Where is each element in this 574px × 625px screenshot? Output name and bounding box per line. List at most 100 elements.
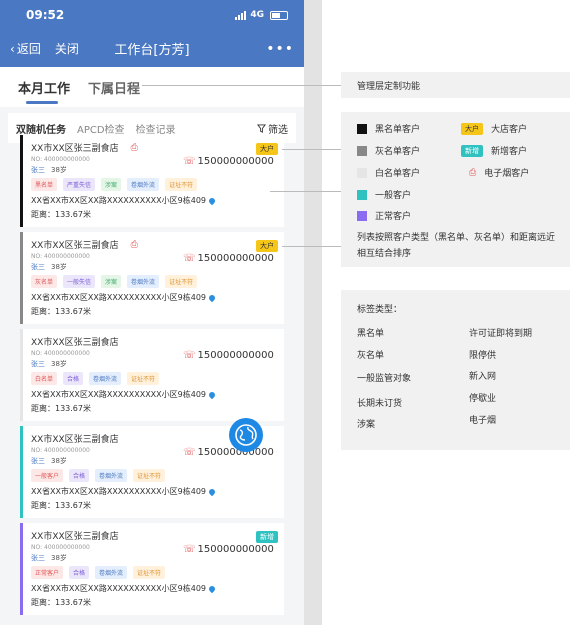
new-customer-badge: 新增: [256, 531, 278, 543]
globe-fab-button[interactable]: [229, 418, 263, 452]
back-button[interactable]: ‹ 返回: [10, 40, 41, 57]
location-pin-icon[interactable]: [207, 196, 217, 205]
big-customer-badge: 大户: [256, 143, 278, 155]
owner-age: 38岁: [51, 360, 67, 368]
tag-type: 新入网: [469, 372, 497, 382]
tag: 合格: [63, 372, 84, 385]
phone-number[interactable]: ☏ 150000000000: [183, 350, 274, 361]
owner-age: 38岁: [51, 263, 67, 271]
customer-card[interactable]: XX市XX区张三副食店 NO: 400000000000 张三 38岁 ☏ 1500…: [20, 523, 284, 615]
tag-type: 涉案: [357, 420, 376, 430]
printer-icon: ⎙: [130, 142, 138, 153]
tab-records[interactable]: 检查记录: [136, 121, 176, 136]
close-button[interactable]: 关闭: [55, 40, 79, 57]
legend-label: 电子烟客户: [484, 169, 530, 179]
tag: 证址不符: [133, 566, 166, 579]
tag: 证址不符: [165, 275, 198, 288]
tag: 白名单: [31, 372, 58, 385]
location-pin-icon[interactable]: [207, 293, 217, 302]
legend-big-badge: 大户: [461, 122, 483, 135]
tag: 卷烟外流: [89, 372, 122, 385]
tag: 证址不符: [133, 469, 166, 482]
address: XX省XX市XX区XX路XXXXXXXXXX小区9栋409: [31, 293, 207, 302]
annotation-tag-types: 标签类型： 黑名单 许可证即将到期 灰名单 限停供 一般监管对象 新入网 长期未…: [341, 290, 570, 450]
tag-type: 长期未订货: [357, 399, 403, 409]
printer-icon: ⎙: [130, 239, 138, 250]
filter-button[interactable]: 筛选: [257, 121, 288, 136]
location-pin-icon[interactable]: [207, 584, 217, 593]
phone-number[interactable]: ☏ 150000000000: [183, 253, 274, 264]
legend-swatch: [357, 210, 367, 221]
tag: 证址不符: [165, 178, 198, 191]
phone-text: 150000000000: [197, 253, 274, 264]
customer-card[interactable]: XX市XX区张三副食店 ⎙ NO: 400000000000 张三 38岁 ☏ 150…: [20, 232, 284, 324]
shop-name: XX市XX区张三副食店: [31, 144, 119, 154]
owner-age: 38岁: [51, 554, 67, 562]
chevron-left-icon: ‹: [10, 41, 15, 56]
address: XX省XX市XX区XX路XXXXXXXXXX小区9栋409: [31, 584, 207, 593]
customer-list: XX市XX区张三副食店 ⎙ NO: 400000000000 张三 38岁 ☏ 150…: [20, 135, 284, 620]
owner-name: 张三: [31, 263, 45, 271]
tag: 合格: [69, 469, 90, 482]
tab-this-month-work[interactable]: 本月工作: [18, 78, 70, 104]
customer-card[interactable]: XX市XX区张三副食店 ⎙ NO: 400000000000 张三 38岁 ☏ 150…: [20, 135, 284, 227]
phone-icon: ☏: [183, 350, 196, 361]
shop-name: XX市XX区张三副食店: [31, 435, 119, 445]
tag: 涉案: [101, 275, 122, 288]
background-stripe: [304, 0, 322, 625]
tag: 正常客户: [31, 566, 64, 579]
tag: 卷烟外流: [95, 566, 128, 579]
address: XX省XX市XX区XX路XXXXXXXXXX小区9栋409: [31, 390, 207, 399]
tag: 涉案: [101, 178, 122, 191]
phone-number[interactable]: ☏ 150000000000: [183, 544, 274, 555]
shop-name: XX市XX区张三副食店: [31, 241, 119, 251]
battery-icon: [270, 10, 288, 20]
tag: 严重失信: [63, 178, 96, 191]
network-type: 4G: [250, 10, 264, 20]
phone-icon: ☏: [183, 544, 196, 555]
sorting-note: 列表按照客户类型（黑名单、灰名单）和距离远近相互结合排序: [357, 233, 556, 259]
legend-label: 黑名单客户: [375, 125, 421, 135]
phone-number[interactable]: ☏ 150000000000: [183, 447, 274, 458]
owner-age: 38岁: [51, 166, 67, 174]
tab-subordinate-schedule[interactable]: 下属日程: [88, 78, 140, 97]
location-pin-icon[interactable]: [207, 487, 217, 496]
legend-new-badge: 新增: [461, 144, 483, 157]
legend-label: 白名单客户: [375, 169, 421, 179]
distance: 距离：133.67米: [31, 307, 91, 316]
phone-text: 150000000000: [197, 544, 274, 555]
tab-apcd[interactable]: APCD检查: [77, 121, 125, 136]
connector-line: [142, 85, 341, 86]
printer-icon: ⎙: [469, 167, 477, 178]
connector-line: [282, 149, 341, 150]
legend-swatch: [357, 123, 367, 134]
tab-double-random[interactable]: 双随机任务: [16, 121, 66, 136]
phone-number[interactable]: ☏ 150000000000: [183, 156, 274, 167]
tag: 卷烟外流: [127, 178, 160, 191]
status-time: 09:52: [26, 8, 65, 22]
top-tabs: 本月工作 下属日程: [0, 67, 304, 107]
distance: 距离：133.67米: [31, 501, 91, 510]
phone-icon: ☏: [183, 156, 196, 167]
nav-bar: ‹ 返回 关闭 工作台[方芳] •••: [0, 30, 304, 67]
big-customer-badge: 大户: [256, 240, 278, 252]
legend-swatch: [357, 189, 367, 200]
phone-icon: ☏: [183, 253, 196, 264]
distance: 距离：133.67米: [31, 210, 91, 219]
tag-types-title: 标签类型：: [357, 305, 403, 315]
more-icon[interactable]: •••: [266, 41, 294, 57]
tag-type: 电子烟: [469, 416, 497, 426]
legend-label: 正常客户: [375, 212, 412, 222]
owner-name: 张三: [31, 166, 45, 174]
legend-swatch: [357, 167, 367, 178]
tag: 黑名单: [31, 178, 58, 191]
location-pin-icon[interactable]: [207, 390, 217, 399]
phone-text: 150000000000: [197, 156, 274, 167]
tag: 合格: [69, 566, 90, 579]
tag: 卷烟外流: [127, 275, 160, 288]
owner-name: 张三: [31, 554, 45, 562]
phone-text: 150000000000: [197, 350, 274, 361]
annotation-custom-feature: 管理层定制功能: [341, 72, 570, 98]
legend-label: 灰名单客户: [375, 147, 421, 157]
customer-card[interactable]: XX市XX区张三副食店 NO: 400000000000 张三 38岁 ☏ 1500…: [20, 329, 284, 421]
